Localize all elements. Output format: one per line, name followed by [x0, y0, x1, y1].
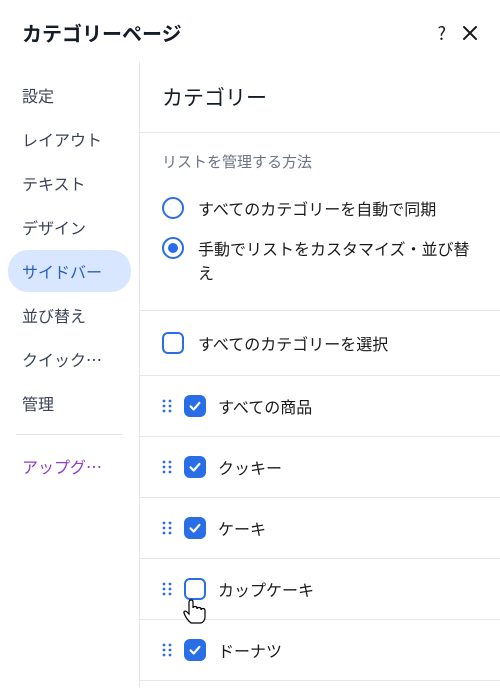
header-actions: ?	[437, 24, 478, 42]
radio-option-0[interactable]: すべてのカテゴリーを自動で同期	[162, 188, 478, 228]
radio-icon	[162, 197, 184, 219]
drag-handle-icon[interactable]	[162, 582, 172, 596]
category-label: ドーナツ	[218, 638, 282, 662]
category-label: クッキー	[218, 455, 282, 479]
drag-handle-icon[interactable]	[162, 399, 172, 413]
drag-handle-icon[interactable]	[162, 521, 172, 535]
category-row-1: クッキー	[140, 437, 500, 498]
sidebar-item-1[interactable]: レイアウト	[8, 118, 131, 160]
drag-handle-icon[interactable]	[162, 643, 172, 657]
radio-icon	[162, 237, 184, 259]
sidebar: 設定レイアウトテキストデザインサイドバー並び替えクイック…管理 アップグ…	[0, 62, 140, 688]
category-label: すべての商品	[218, 394, 312, 418]
sidebar-item-6[interactable]: クイック…	[8, 338, 131, 380]
sidebar-item-upgrade[interactable]: アップグ…	[8, 445, 131, 487]
radio-group-heading: リストを管理する方法	[162, 151, 478, 172]
sidebar-item-4[interactable]: サイドバー	[8, 250, 131, 292]
category-checkbox[interactable]	[184, 639, 206, 661]
help-icon[interactable]: ?	[437, 24, 446, 42]
main-content: カテゴリー リストを管理する方法 すべてのカテゴリーを自動で同期手動でリストをカ…	[140, 62, 500, 688]
category-row-2: ケーキ	[140, 498, 500, 559]
category-label: ケーキ	[218, 516, 266, 540]
select-all-checkbox[interactable]	[162, 332, 184, 354]
close-icon[interactable]	[462, 25, 478, 41]
category-checkbox[interactable]	[184, 456, 206, 478]
main-title: カテゴリー	[140, 62, 500, 133]
select-all-row[interactable]: すべてのカテゴリーを選択	[140, 311, 500, 376]
radio-option-1[interactable]: 手動でリストをカスタマイズ・並び替え	[162, 228, 478, 292]
category-checkbox[interactable]	[184, 578, 206, 600]
panel-title: カテゴリーページ	[22, 18, 182, 47]
select-all-label: すべてのカテゴリーを選択	[198, 331, 388, 355]
sidebar-item-0[interactable]: 設定	[8, 74, 131, 116]
sidebar-item-2[interactable]: テキスト	[8, 162, 131, 204]
category-checkbox[interactable]	[184, 517, 206, 539]
sidebar-item-3[interactable]: デザイン	[8, 206, 131, 248]
category-label: カップケーキ	[218, 577, 314, 601]
category-row-0: すべての商品	[140, 376, 500, 437]
drag-handle-icon[interactable]	[162, 460, 172, 474]
sidebar-divider	[16, 434, 123, 435]
radio-label: 手動でリストをカスタマイズ・並び替え	[198, 236, 478, 284]
list-management-group: リストを管理する方法 すべてのカテゴリーを自動で同期手動でリストをカスタマイズ・…	[140, 133, 500, 311]
category-row-3: カップケーキ	[140, 559, 500, 620]
radio-label: すべてのカテゴリーを自動で同期	[198, 196, 436, 220]
sidebar-item-5[interactable]: 並び替え	[8, 294, 131, 336]
category-checkbox[interactable]	[184, 395, 206, 417]
panel-header: カテゴリーページ ?	[0, 0, 500, 61]
sidebar-item-7[interactable]: 管理	[8, 382, 131, 424]
category-row-4: ドーナツ	[140, 620, 500, 681]
